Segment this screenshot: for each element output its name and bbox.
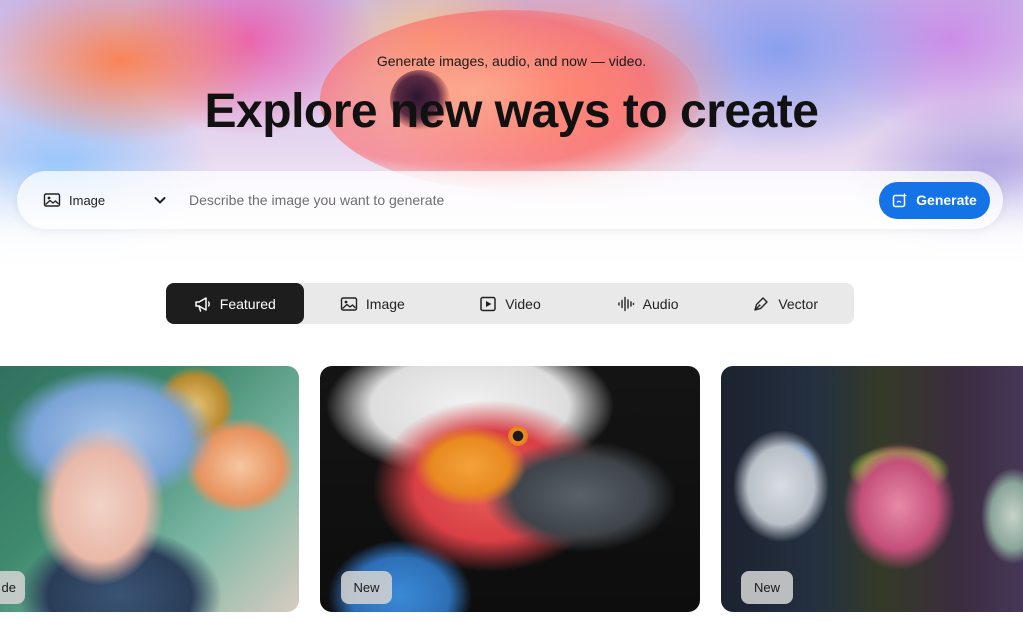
- tab-label: Featured: [219, 295, 276, 312]
- card-badge-new: New: [341, 571, 392, 604]
- tab-featured[interactable]: Featured: [166, 283, 304, 324]
- prompt-input[interactable]: [189, 183, 879, 217]
- hero-subtitle: Generate images, audio, and now — video.: [376, 53, 647, 69]
- category-tabs: Featured Image Video Audio Vector: [166, 283, 854, 324]
- chevron-down-icon: [153, 193, 167, 207]
- play-icon: [479, 295, 497, 313]
- pen-icon: [752, 295, 770, 313]
- tab-label: Image: [365, 295, 405, 312]
- page-title: Explore new ways to create: [204, 85, 819, 138]
- card-badge: de: [0, 571, 25, 604]
- tab-label: Vector: [778, 295, 819, 312]
- tab-vector[interactable]: Vector: [716, 283, 854, 324]
- tab-image[interactable]: Image: [304, 283, 442, 324]
- featured-card-parrot[interactable]: New: [320, 366, 700, 612]
- tab-label: Video: [505, 295, 541, 312]
- card-badge-new: New: [741, 571, 793, 604]
- waveform-icon: [617, 295, 635, 313]
- image-icon: [43, 191, 61, 209]
- media-type-dropdown[interactable]: Image: [43, 183, 173, 217]
- hero-content: Generate images, audio, and now — video.…: [0, 0, 1023, 280]
- media-type-label: Image: [69, 192, 106, 208]
- featured-card-anime-portrait[interactable]: de: [0, 366, 299, 612]
- tab-label: Audio: [642, 295, 679, 312]
- prompt-bar: Image Generate: [17, 171, 1003, 229]
- tab-audio[interactable]: Audio: [579, 283, 717, 324]
- sparkle-generate-icon: [892, 192, 908, 208]
- image-icon: [340, 295, 358, 313]
- generate-label: Generate: [916, 192, 977, 208]
- tab-video[interactable]: Video: [441, 283, 579, 324]
- generate-button[interactable]: Generate: [879, 181, 990, 219]
- featured-card-robots[interactable]: New: [721, 366, 1023, 612]
- megaphone-icon: [194, 295, 212, 313]
